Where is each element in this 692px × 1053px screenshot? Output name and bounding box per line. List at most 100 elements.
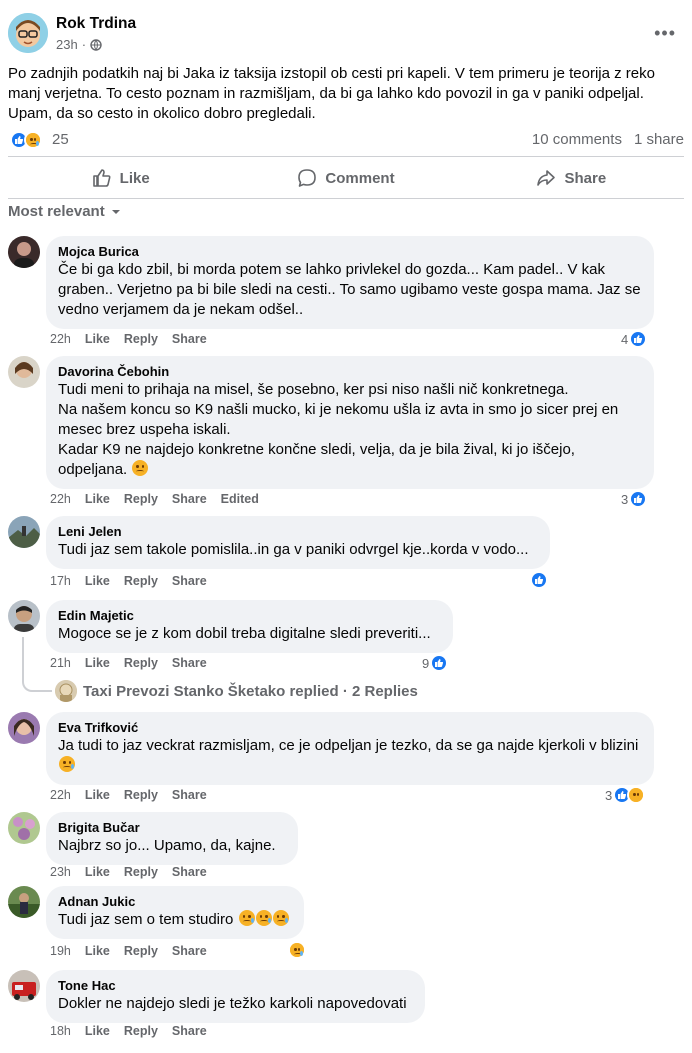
comment-share-button[interactable]: Share — [172, 332, 207, 346]
divider — [8, 198, 684, 199]
share-button[interactable]: Share — [459, 158, 684, 198]
author-avatar[interactable] — [8, 13, 48, 53]
post-time[interactable]: 23h — [56, 37, 78, 52]
comment-share-button[interactable]: Share — [172, 944, 207, 958]
sad-tear-emoji — [255, 910, 272, 926]
like-button[interactable]: Like — [8, 158, 233, 198]
comment-like-button[interactable]: Like — [85, 656, 110, 670]
like-reaction-icon — [629, 490, 648, 508]
comment-time[interactable]: 22h — [50, 788, 71, 802]
shares-count[interactable]: 1 share — [634, 131, 684, 148]
comment-text: Če bi ga kdo zbil, bi morda potem se lah… — [58, 261, 641, 318]
comment-actions: 22h Like Reply Share Edited — [50, 492, 259, 506]
divider — [8, 156, 684, 157]
comment-bubble: Leni Jelen Tudi jaz sem takole pomislila… — [46, 516, 550, 569]
avatar[interactable] — [8, 356, 40, 388]
avatar[interactable] — [8, 970, 40, 1002]
reaction-count[interactable]: 25 — [52, 131, 69, 148]
commenter-name[interactable]: Edin Majetic — [58, 608, 441, 624]
comment-reply-button[interactable]: Reply — [124, 656, 158, 670]
sad-tear-emoji — [238, 910, 255, 926]
comment-bubble: Eva Trifković Ja tudi to jaz veckrat raz… — [46, 712, 654, 785]
comment-time[interactable]: 22h — [50, 492, 71, 506]
commenter-name[interactable]: Davorina Čebohin — [58, 364, 642, 380]
more-options-icon[interactable]: ••• — [654, 23, 676, 44]
comment-share-button[interactable]: Share — [172, 656, 207, 670]
comment-like-button[interactable]: Like — [85, 944, 110, 958]
comment-actions: 22h Like Reply Share — [50, 332, 207, 346]
comment-bubble: Adnan Jukic Tudi jaz sem o tem studiro — [46, 886, 304, 939]
care-reaction-icon — [627, 786, 646, 804]
commenter-name[interactable]: Mojca Burica — [58, 244, 642, 260]
author-name[interactable]: Rok Trdina — [56, 15, 136, 33]
comment-reply-button[interactable]: Reply — [124, 865, 158, 879]
share-arrow-icon — [537, 170, 556, 186]
comment-share-button[interactable]: Share — [172, 865, 207, 879]
post-header: Rok Trdina 23h · ••• — [8, 13, 684, 59]
commenter-name[interactable]: Eva Trifković — [58, 720, 642, 736]
caret-down-icon — [111, 209, 120, 214]
comment-like-button[interactable]: Like — [85, 1024, 110, 1038]
avatar — [55, 680, 77, 702]
comment-reactions[interactable] — [288, 941, 306, 959]
commenter-name[interactable]: Adnan Jukic — [58, 894, 292, 910]
comment-share-button[interactable]: Share — [172, 492, 207, 506]
comment-reply-button[interactable]: Reply — [124, 332, 158, 346]
comment-reactions[interactable]: 3 — [605, 786, 646, 804]
comment-share-button[interactable]: Share — [172, 788, 207, 802]
reactions-bar: 25 10 comments 1 share — [8, 129, 684, 151]
comment-button[interactable]: Comment — [233, 158, 458, 198]
avatar[interactable] — [8, 812, 40, 844]
comment-reply-button[interactable]: Reply — [124, 788, 158, 802]
sad-tear-emoji — [272, 910, 289, 926]
comment-reply-button[interactable]: Reply — [124, 574, 158, 588]
comment-like-button[interactable]: Like — [85, 865, 110, 879]
comment-time[interactable]: 23h — [50, 865, 71, 879]
comment-text: Dokler ne najdejo sledi je težko karkoli… — [58, 995, 407, 1012]
like-reaction-icon — [629, 330, 648, 348]
comment-time[interactable]: 22h — [50, 332, 71, 346]
reaction-icons[interactable] — [10, 131, 42, 149]
comment-reactions[interactable]: 4 — [621, 330, 648, 348]
comment-icon — [298, 169, 317, 187]
comment-like-button[interactable]: Like — [85, 492, 110, 506]
commenter-name[interactable]: Tone Hac — [58, 978, 413, 994]
avatar[interactable] — [8, 712, 40, 744]
comment-share-button[interactable]: Share — [172, 574, 207, 588]
commenter-name[interactable]: Brigita Bučar — [58, 820, 286, 836]
comment-actions: 17h Like Reply Share — [50, 574, 207, 588]
comment-reply-button[interactable]: Reply — [124, 1024, 158, 1038]
comment-time[interactable]: 19h — [50, 944, 71, 958]
comment-reply-button[interactable]: Reply — [124, 492, 158, 506]
comment-like-button[interactable]: Like — [85, 788, 110, 802]
comment-reactions[interactable]: 9 — [422, 654, 449, 672]
post-meta: 23h · — [56, 37, 102, 52]
comment-bubble: Edin Majetic Mogoce se je z kom dobil tr… — [46, 600, 453, 653]
action-bar: Like Comment Share — [8, 158, 684, 198]
comment-time[interactable]: 21h — [50, 656, 71, 670]
comment-reactions[interactable]: 3 — [621, 490, 648, 508]
sad-face-emoji — [132, 460, 149, 476]
avatar[interactable] — [8, 886, 40, 918]
comment-share-button[interactable]: Share — [172, 1024, 207, 1038]
comment-time[interactable]: 18h — [50, 1024, 71, 1038]
comment-actions: 18h Like Reply Share — [50, 1024, 207, 1038]
sort-dropdown[interactable]: Most relevant — [8, 203, 121, 220]
globe-icon — [90, 38, 102, 51]
commenter-name[interactable]: Leni Jelen — [58, 524, 538, 540]
avatar[interactable] — [8, 516, 40, 548]
post-text: Po zadnjih podatkih naj bi Jaka iz taksi… — [8, 65, 655, 122]
comment-actions: 23h Like Reply Share — [50, 865, 207, 879]
comment-actions: 22h Like Reply Share — [50, 788, 207, 802]
comment-like-button[interactable]: Like — [85, 332, 110, 346]
avatar[interactable] — [8, 600, 40, 632]
view-replies-link[interactable]: Taxi Prevozi Stanko Šketako replied · 2 … — [55, 680, 418, 702]
avatar[interactable] — [8, 236, 40, 268]
sad-reaction-icon — [24, 131, 42, 149]
comments-count[interactable]: 10 comments — [532, 131, 622, 148]
comment-time[interactable]: 17h — [50, 574, 71, 588]
comment-reactions[interactable] — [530, 571, 548, 589]
sad-reaction-icon — [288, 941, 306, 959]
comment-reply-button[interactable]: Reply — [124, 944, 158, 958]
comment-like-button[interactable]: Like — [85, 574, 110, 588]
